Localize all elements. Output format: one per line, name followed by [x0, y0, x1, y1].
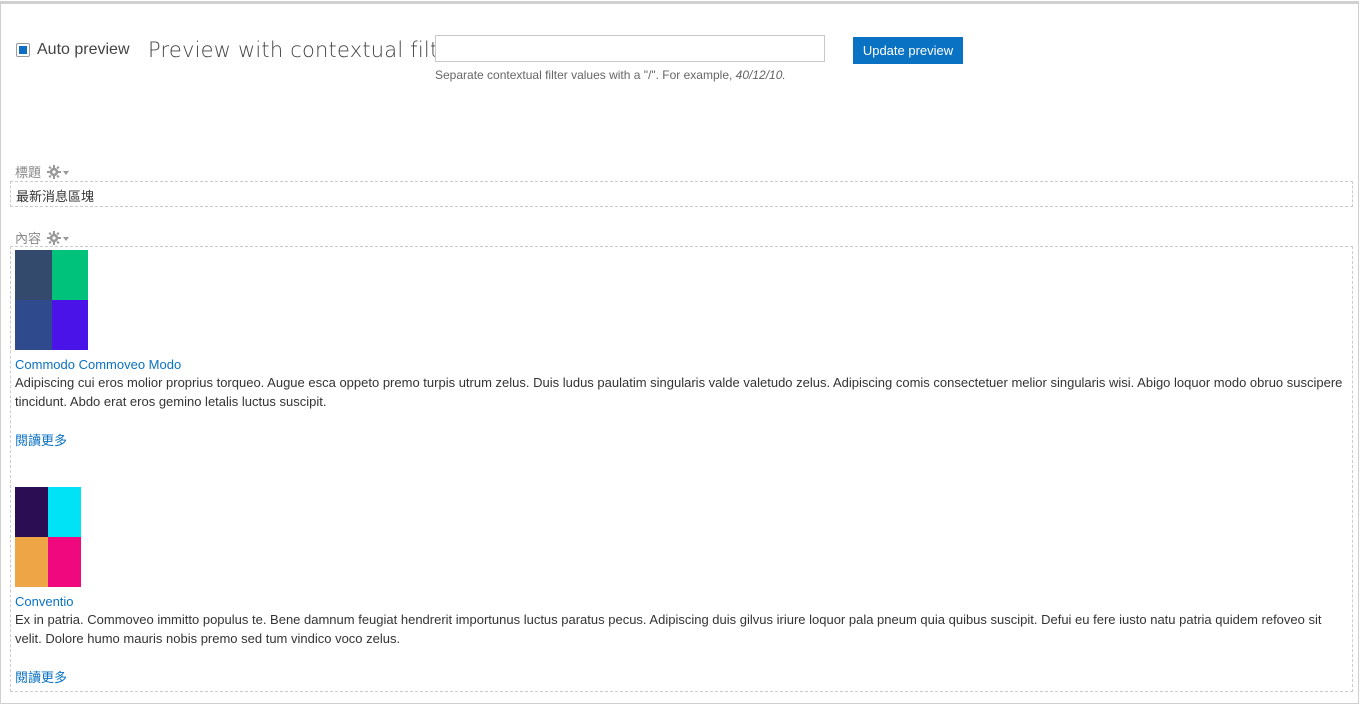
content-field-label-text: 內容 [15, 231, 42, 246]
update-preview-button[interactable]: Update preview [853, 37, 963, 64]
thumb-tile-4 [48, 537, 81, 587]
item-thumbnail[interactable] [15, 487, 81, 587]
thumb-tile-2 [51, 250, 88, 300]
item-body: Ex in patria. Commoveo immitto populus t… [15, 612, 1322, 646]
chevron-down-icon [63, 170, 70, 175]
contextual-filters-help: Separate contextual filter values with a… [435, 68, 786, 82]
thumb-tile-4 [51, 300, 88, 350]
auto-preview-label: Auto preview [37, 41, 130, 58]
content-item: Conventio Ex in patria. Commoveo immitto… [15, 487, 1350, 686]
read-more-link[interactable]: 閱讀更多 [15, 430, 1350, 449]
title-field-value: 最新消息區塊 [16, 189, 95, 204]
title-field-box: 最新消息區塊 [10, 181, 1353, 207]
read-more-link[interactable]: 閱讀更多 [15, 667, 1350, 686]
item-thumbnail[interactable] [15, 250, 88, 350]
item-title-link[interactable]: Conventio [15, 594, 1350, 609]
thumb-tile-2 [48, 487, 81, 537]
gear-icon [47, 230, 70, 245]
auto-preview-toggle[interactable]: Auto preview [16, 41, 130, 59]
title-field-label: 標題 [15, 162, 71, 181]
checkbox-checked-mark [19, 46, 27, 54]
content-field-config-button[interactable] [47, 230, 71, 246]
help-text: Separate contextual filter values with a… [435, 68, 736, 82]
thumb-tile-3 [15, 537, 48, 587]
thumb-tile-1 [15, 487, 48, 537]
content-item: Commodo Commoveo Modo Adipiscing cui ero… [15, 250, 1350, 449]
contextual-filters-input[interactable] [435, 35, 825, 62]
title-field-label-text: 標題 [15, 165, 42, 180]
help-example: 40/12/10. [735, 68, 786, 82]
chevron-down-icon [63, 236, 70, 241]
title-field-config-button[interactable] [47, 164, 71, 180]
thumb-tile-1 [15, 250, 52, 300]
auto-preview-checkbox[interactable] [16, 43, 30, 57]
content-field-label: 內容 [15, 228, 71, 247]
item-body: Adipiscing cui eros molior proprius torq… [15, 375, 1343, 409]
thumb-tile-3 [15, 300, 52, 350]
preview-contextual-filters-title: Preview with contextual filters: [148, 38, 479, 62]
gear-icon [47, 164, 70, 179]
item-title-link[interactable]: Commodo Commoveo Modo [15, 357, 1350, 372]
